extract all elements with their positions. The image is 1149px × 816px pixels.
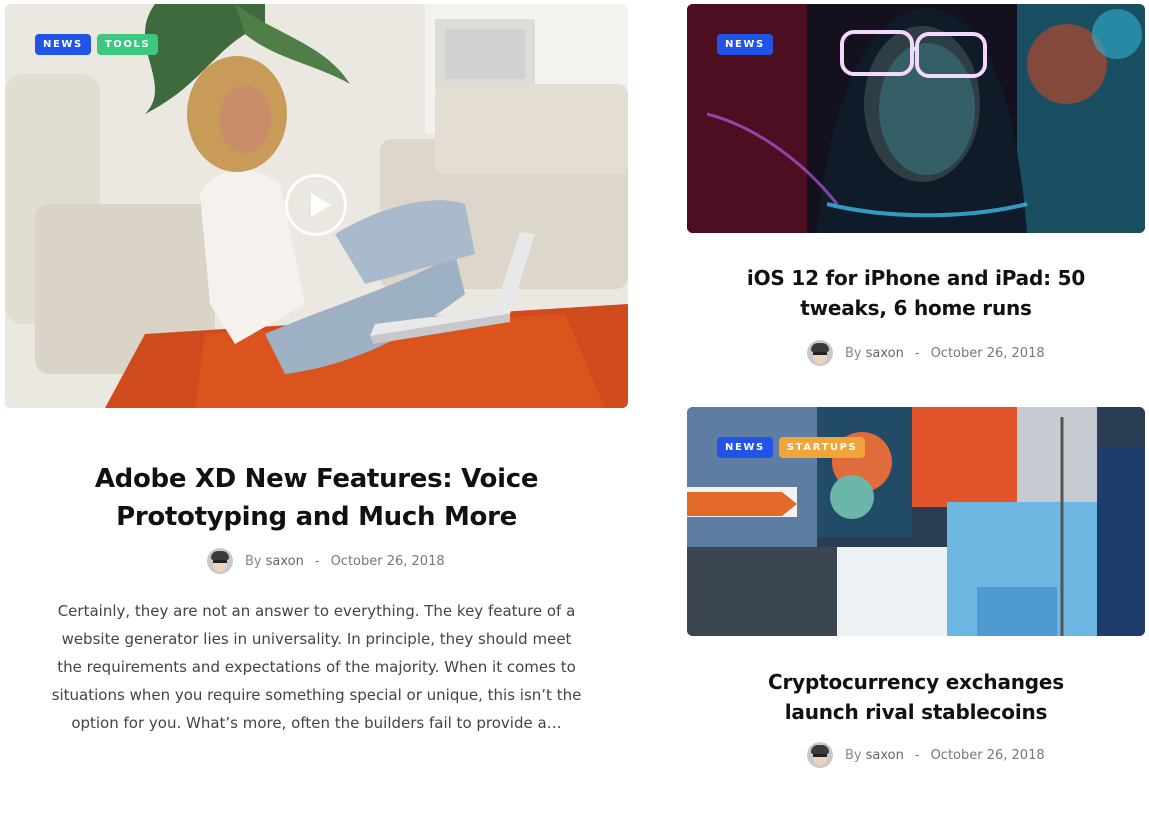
post-thumbnail-adobe-xd[interactable]: NEWS TOOLS xyxy=(5,4,628,408)
meta-separator: - xyxy=(914,345,920,361)
tag-news[interactable]: NEWS xyxy=(717,437,773,458)
by-label: By xyxy=(245,553,262,569)
avatar-hair xyxy=(211,551,229,560)
post-title-cryptocurrency[interactable]: Cryptocurrency exchanges launch rival st… xyxy=(700,667,1132,727)
play-icon[interactable] xyxy=(285,174,347,236)
tag-news[interactable]: NEWS xyxy=(717,34,773,55)
author-avatar[interactable] xyxy=(807,340,833,366)
author-link[interactable]: saxon xyxy=(866,748,904,763)
post-title-line-1: Adobe XD New Features: Voice xyxy=(94,464,539,494)
author-link[interactable]: saxon xyxy=(866,346,904,361)
meta-separator: - xyxy=(314,553,320,569)
author-avatar[interactable] xyxy=(807,742,833,768)
author-link[interactable]: saxon xyxy=(266,554,304,569)
meta-separator: - xyxy=(914,747,920,763)
post-tags: NEWS STARTUPS xyxy=(717,437,866,458)
post-title-line-1: iOS 12 for iPhone and iPad: 50 xyxy=(746,266,1086,290)
post-thumbnail-ios-12[interactable]: NEWS xyxy=(687,4,1145,233)
post-excerpt: Certainly, they are not an answer to eve… xyxy=(51,602,582,732)
avatar-hair xyxy=(811,343,829,352)
post-date[interactable]: October 26, 2018 xyxy=(931,346,1045,361)
post-meta: By saxon - October 26, 2018 xyxy=(207,548,445,574)
post-title-line-2: launch rival stablecoins xyxy=(784,700,1048,724)
by-label: By xyxy=(845,747,862,763)
avatar-glasses xyxy=(213,560,227,563)
tag-startups[interactable]: STARTUPS xyxy=(778,437,866,458)
post-date[interactable]: October 26, 2018 xyxy=(931,748,1045,763)
by-label: By xyxy=(845,345,862,361)
tag-tools[interactable]: TOOLS xyxy=(96,34,159,55)
post-title-line-2: tweaks, 6 home runs xyxy=(800,296,1032,320)
post-meta: By saxon - October 26, 2018 xyxy=(807,340,1045,366)
avatar-hair xyxy=(811,745,829,754)
tag-news[interactable]: NEWS xyxy=(35,34,91,55)
post-title-adobe-xd[interactable]: Adobe XD New Features: Voice Prototyping… xyxy=(60,460,573,536)
post-tags: NEWS xyxy=(717,34,773,55)
post-title-ios-12[interactable]: iOS 12 for iPhone and iPad: 50 tweaks, 6… xyxy=(700,263,1132,323)
post-title-line-1: Cryptocurrency exchanges xyxy=(768,670,1064,694)
avatar-glasses xyxy=(813,754,827,757)
post-thumbnail-cryptocurrency[interactable]: NEWS STARTUPS xyxy=(687,407,1145,636)
post-tags: NEWS TOOLS xyxy=(35,34,159,55)
post-date[interactable]: October 26, 2018 xyxy=(331,554,445,569)
post-meta: By saxon - October 26, 2018 xyxy=(807,742,1045,768)
post-title-line-2: Prototyping and Much More xyxy=(116,502,517,532)
author-avatar[interactable] xyxy=(207,548,233,574)
avatar-glasses xyxy=(813,352,827,355)
